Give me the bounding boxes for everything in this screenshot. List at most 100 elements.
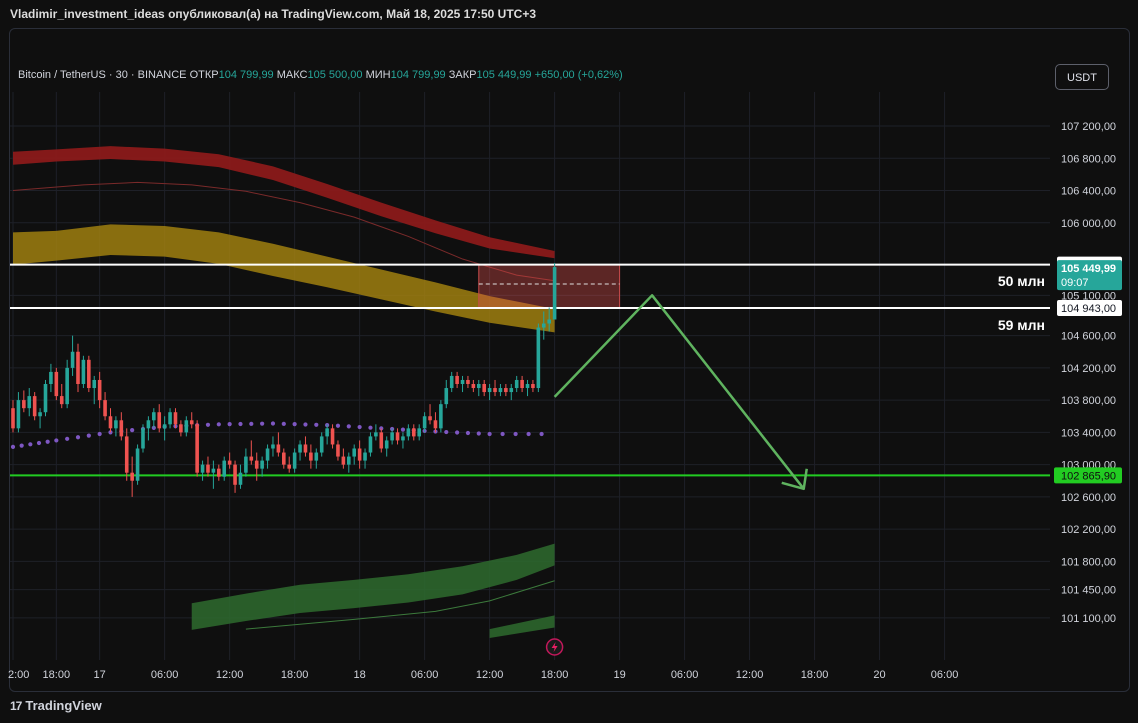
candle-body <box>330 428 335 445</box>
candle-body <box>152 412 156 421</box>
ma-dot <box>357 424 362 430</box>
x-axis-label: 18:00 <box>281 669 309 681</box>
candle-body <box>428 416 432 421</box>
y-axis-label: 106 000,00 <box>1061 218 1116 230</box>
candle-body <box>449 375 454 389</box>
x-axis-label: 18:00 <box>801 669 829 681</box>
brand-name: TradingView <box>25 698 102 713</box>
ma-dot <box>539 431 544 437</box>
ma-dot <box>400 427 406 432</box>
candle-body <box>254 460 259 469</box>
candle-body <box>146 420 151 429</box>
ma-dot <box>227 422 232 427</box>
candle-body <box>211 468 216 473</box>
candle-body <box>227 460 232 465</box>
ma-dot <box>455 430 460 435</box>
candle-body <box>32 396 37 417</box>
ma-dot <box>130 428 135 433</box>
candle-body <box>119 420 124 437</box>
countdown-label: 09:07 <box>1061 277 1089 289</box>
open-value: 104 799,99 <box>218 69 274 81</box>
candle-body <box>157 412 162 429</box>
low-label: МИН <box>365 69 391 81</box>
candle-body <box>244 456 248 473</box>
close-label: ЗАКР <box>448 69 477 81</box>
current-price-label: 105 449,99 <box>1061 263 1116 275</box>
x-axis-label: 2:00 <box>8 669 29 681</box>
candle-body <box>357 448 362 461</box>
change-value: +650,00 (+0,62%) <box>534 69 623 81</box>
ma-dot <box>335 423 341 428</box>
candle-body <box>141 428 145 449</box>
open-label: ОТКР <box>189 69 219 81</box>
candle-body <box>168 412 172 425</box>
green-ribbon <box>191 543 555 630</box>
ma-dot <box>205 422 211 427</box>
candle-body <box>189 420 194 425</box>
price-badge-label: 104 943,00 <box>1061 303 1116 315</box>
candle-body <box>249 456 254 461</box>
candle-body <box>466 379 470 384</box>
candle-body <box>309 452 313 461</box>
ma-dot <box>97 431 102 437</box>
candle-body <box>135 448 140 481</box>
candle-body <box>352 448 357 457</box>
ma-dot <box>54 438 59 443</box>
tradingview-logo[interactable]: 17 TradingView <box>10 698 102 713</box>
candle-body <box>406 428 411 437</box>
currency-button[interactable]: USDT <box>1055 64 1109 90</box>
ma-dot <box>314 422 319 427</box>
candle-body <box>282 452 286 465</box>
forecast-arrow-line <box>553 294 805 490</box>
candle-body <box>195 424 199 473</box>
candle-body <box>384 440 389 449</box>
candle-body <box>411 428 416 437</box>
x-axis-label: 06:00 <box>671 669 699 681</box>
candle-body <box>130 472 134 481</box>
candle-body <box>16 400 21 429</box>
symbol-name[interactable]: Bitcoin / TetherUS · 30 · BINANCE <box>18 69 187 81</box>
candle-body <box>336 444 340 457</box>
candle-body <box>439 404 443 429</box>
high-value: 105 500,00 <box>307 69 363 81</box>
candle-body <box>81 359 86 384</box>
candle-body <box>531 384 535 389</box>
volume-label: 59 млн <box>998 317 1045 333</box>
candle-body <box>455 375 459 384</box>
candle-body <box>319 436 324 453</box>
x-axis-label: 20 <box>873 669 885 681</box>
x-axis-label: 06:00 <box>411 669 439 681</box>
candle-body <box>547 319 551 324</box>
ma-dot <box>19 443 24 448</box>
candle-body <box>97 379 102 401</box>
candle-body <box>520 379 524 389</box>
x-axis-label: 17 <box>94 669 106 681</box>
ma-dot <box>249 421 254 426</box>
ma-dot <box>28 442 33 447</box>
candle-body <box>76 351 80 384</box>
candle-body <box>260 460 264 469</box>
x-axis-label: 12:00 <box>736 669 764 681</box>
resistance-zone <box>478 264 621 309</box>
x-axis-label: 12:00 <box>216 669 244 681</box>
ma-dot <box>65 436 70 441</box>
y-axis-label: 101 800,00 <box>1061 556 1116 568</box>
x-axis-label: 06:00 <box>151 669 179 681</box>
support-price-label: 102 865,90 <box>1061 470 1116 482</box>
candle-body <box>49 371 53 384</box>
symbol-legend[interactable]: Bitcoin / TetherUS · 30 · BINANCE ОТКР10… <box>18 69 623 81</box>
y-axis-label: 101 100,00 <box>1061 613 1116 625</box>
candle-body <box>292 452 297 469</box>
candle-body <box>124 436 129 473</box>
price-chart[interactable]: 86 50 млн 59 млн 107 200,00 106 800,00 106 40… <box>0 0 1138 723</box>
green-lower-ribbon <box>489 615 555 638</box>
ma-dot <box>238 421 243 427</box>
ma-dot <box>513 431 518 437</box>
ma-dot <box>36 440 42 446</box>
ma-dot <box>465 430 471 436</box>
candle-body <box>341 456 346 465</box>
x-axis-label: 12:00 <box>476 669 504 681</box>
candle-body <box>276 444 281 453</box>
candle-body <box>65 367 69 405</box>
candle-body <box>395 432 400 441</box>
